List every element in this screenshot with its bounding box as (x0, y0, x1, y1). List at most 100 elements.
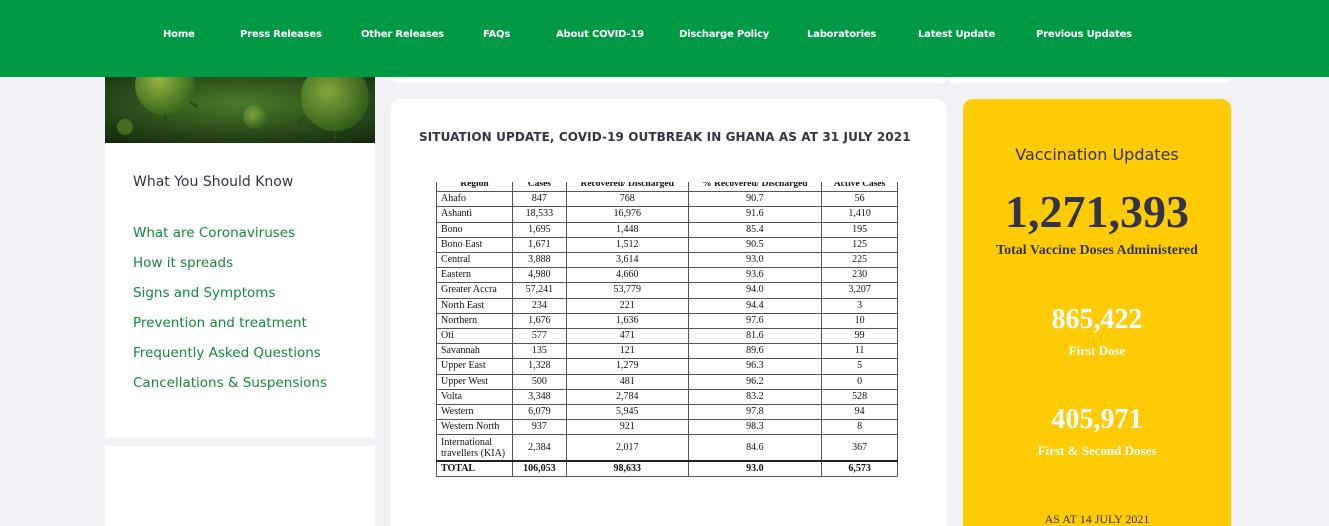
table-cell: 90.7 (687, 191, 823, 208)
table-cell: 83.2 (687, 388, 823, 406)
table-row: North East 234 221 94.4 3 (436, 297, 898, 314)
nav-press-releases[interactable]: Press Releases (240, 29, 322, 40)
situation-table: Region Cases Recovered/ Discharged % Rec… (436, 182, 898, 478)
vaccination-card: Vaccination Updates 1,271,393 Total Vacc… (963, 99, 1231, 526)
table-total-cell: 106,053 (511, 459, 567, 478)
table-cell: Bono (436, 221, 513, 238)
table-cell: 57,241 (511, 282, 567, 299)
table-cell: 11 (821, 343, 898, 360)
table-cell: 577 (511, 328, 567, 345)
sidebar-title: What You Should Know (133, 174, 294, 190)
table-cell: 481 (565, 373, 689, 390)
table-row: Western 6,079 5,945 97.8 94 (436, 404, 898, 421)
table-cell: 847 (511, 191, 567, 208)
sidebar-link-prevention-and-treatment[interactable]: Prevention and treatment (133, 315, 307, 331)
table-cell: 96.2 (687, 373, 823, 390)
nav-home[interactable]: Home (163, 29, 195, 40)
table-cell: 8 (821, 419, 898, 436)
table-cell: 4,660 (565, 267, 689, 284)
table-cell: 4,980 (511, 267, 567, 284)
table-cell: 94.0 (687, 282, 823, 299)
table-cell: 89.6 (687, 343, 823, 360)
situation-table-image: Region Cases Recovered/ Discharged % Rec… (436, 182, 899, 485)
table-row: Central 3,888 3,614 93.0 225 (436, 252, 898, 269)
table-row: Ashanti 18,533 16,976 91.6 1,410 (436, 206, 898, 223)
table-cell: Upper West (436, 373, 513, 390)
nav-other-releases[interactable]: Other Releases (361, 29, 444, 40)
card-top-strip (391, 77, 947, 83)
table-cell: 121 (565, 343, 689, 360)
table-row: Upper East 1,328 1,279 96.3 5 (436, 358, 898, 375)
table-cell: 500 (511, 373, 567, 390)
table-cell: 221 (565, 297, 689, 314)
table-cell: Ashanti (436, 206, 513, 223)
table-cell: 97.6 (687, 312, 823, 330)
table-cell: Western (436, 404, 513, 421)
sidebar-link-faqs[interactable]: Frequently Asked Questions (133, 345, 321, 361)
table-total-cell: 6,573 (821, 459, 898, 478)
table-cell: 1,448 (565, 221, 689, 238)
table-cell: 2,017 (565, 434, 689, 462)
table-cell: 230 (821, 267, 898, 284)
table-row: Volta 3,348 2,784 83.2 528 (436, 388, 898, 406)
nav-laboratories[interactable]: Laboratories (807, 29, 876, 40)
table-cell: 94.4 (687, 297, 823, 314)
total-doses-value: 1,271,393 (1005, 186, 1189, 237)
situation-update-card: SITUATION UPDATE, COVID-19 OUTBREAK IN G… (391, 99, 947, 526)
table-cell: 90.5 (687, 236, 823, 254)
total-doses-label: Total Vaccine Doses Administered (996, 243, 1198, 258)
nav-discharge-policy[interactable]: Discharge Policy (679, 29, 769, 40)
table-row: Bono 1,695 1,448 85.4 195 (436, 221, 898, 238)
table-cell: 195 (821, 221, 898, 238)
table-header-row: Region Cases Recovered/ Discharged % Rec… (436, 182, 898, 193)
table-cell: 96.3 (687, 358, 823, 375)
vaccination-as-at: AS AT 14 JULY 2021 (1044, 512, 1150, 526)
table-cell: 1,671 (511, 236, 567, 254)
sidebar-link-signs-and-symptoms[interactable]: Signs and Symptoms (133, 285, 275, 301)
table-cell: 367 (821, 434, 898, 462)
table-cell: 6,079 (511, 404, 567, 421)
table-header: Active Cases (821, 182, 898, 193)
table-cell: 97.8 (687, 404, 823, 421)
nav-faqs[interactable]: FAQs (483, 29, 510, 40)
table-cell: 3,207 (821, 282, 898, 299)
table-cell: 93.0 (687, 252, 823, 269)
table-cell: 3,348 (511, 388, 567, 406)
nav-latest-update[interactable]: Latest Update (918, 29, 995, 40)
table-cell: 84.6 (687, 434, 823, 462)
virus-banner-image (105, 77, 375, 143)
table-cell: 56 (821, 191, 898, 208)
table-cell: 921 (565, 419, 689, 436)
table-cell: Eastern (436, 267, 513, 284)
table-cell: Ahafo (436, 191, 513, 208)
table-cell: 2,784 (565, 388, 689, 406)
vaccination-title: Vaccination Updates (1015, 145, 1179, 164)
table-cell: 1,279 (565, 358, 689, 375)
nav-about-covid19[interactable]: About COVID-19 (556, 29, 644, 40)
card-top-strip-right (947, 77, 1231, 83)
table-row: Savannah 135 121 89.6 11 (436, 343, 898, 360)
virus-illustration-icon (105, 77, 375, 143)
table-cell: 53,779 (565, 282, 689, 299)
sidebar: What You Should Know What are Coronaviru… (105, 77, 375, 438)
top-navigation: Home Press Releases Other Releases FAQs … (0, 0, 1329, 77)
table-cell: 2,384 (511, 434, 567, 462)
table-cell: 225 (821, 252, 898, 269)
sidebar-link-how-it-spreads[interactable]: How it spreads (133, 255, 233, 271)
table-cell: 528 (821, 388, 898, 406)
sidebar-link-cancellations[interactable]: Cancellations & Suspensions (133, 375, 327, 391)
table-row: Bono East 1,671 1,512 90.5 125 (436, 236, 898, 254)
table-cell: Upper East (436, 358, 513, 375)
table-total-row: TOTAL 106,053 98,633 93.0 6,573 (436, 459, 898, 478)
table-cell: 1,636 (565, 312, 689, 330)
both-doses-value: 405,971 (1051, 404, 1143, 435)
sidebar-link-what-are-coronaviruses[interactable]: What are Coronaviruses (133, 225, 295, 241)
nav-previous-updates[interactable]: Previous Updates (1036, 29, 1132, 40)
table-cell: 937 (511, 419, 567, 436)
table-cell: 1,695 (511, 221, 567, 238)
first-dose-value: 865,422 (1051, 304, 1143, 335)
first-dose-label: First Dose (1068, 343, 1126, 358)
table-cell: 125 (821, 236, 898, 254)
table-header: Recovered/ Discharged (565, 182, 689, 193)
table-cell: 768 (565, 191, 689, 208)
